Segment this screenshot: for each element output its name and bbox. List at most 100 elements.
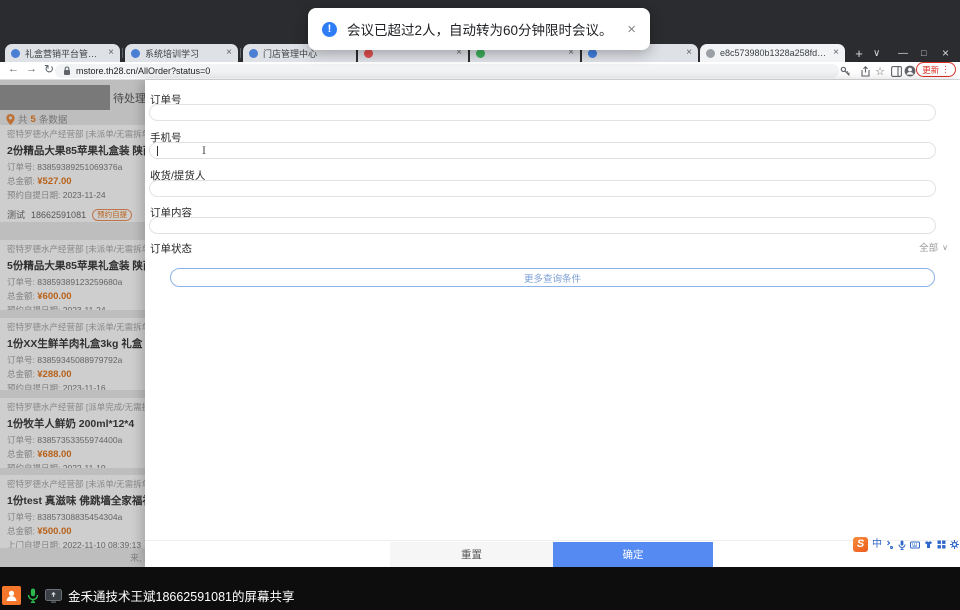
sidebar-tab-pending[interactable]: 待处理 — [113, 90, 145, 106]
ibeam-cursor: I — [202, 146, 206, 157]
tab-separator — [240, 48, 241, 58]
count-value: 5 — [30, 113, 36, 125]
padlock-icon — [64, 66, 70, 75]
confirm-button[interactable]: 确定 — [553, 542, 713, 567]
order-no-label: 订单号: — [7, 277, 35, 287]
date: 2022-11-10 08:39:13 — [62, 540, 142, 548]
password-key-icon[interactable] — [838, 64, 852, 78]
reload-button[interactable]: ↻ — [44, 62, 54, 76]
location-pin-icon — [6, 113, 15, 125]
modal-footer: 重置 确定 — [145, 540, 960, 567]
date-label: 预约自提日期: — [7, 305, 61, 310]
tab-search-chevron-icon[interactable]: ∨ — [873, 44, 880, 62]
order-title: 5份精品大果85苹果礼盒装 陕西洛阳16 — [7, 260, 145, 272]
buyer-row: 测试 18662591081 预约自提 — [7, 208, 145, 221]
info-icon: ! — [322, 21, 337, 37]
ime-punctuation-icon[interactable] — [886, 540, 894, 549]
date: 2023-11-16 — [62, 383, 106, 390]
date-label: 上门自提日期: — [7, 540, 61, 548]
order-card[interactable]: 密特罗德水产经营部 [派单完成/无需拆单] 1份牧羊人鲜奶 200ml*12*4… — [0, 398, 145, 468]
microphone-icon[interactable] — [27, 588, 39, 603]
amount: ¥527.00 — [37, 176, 72, 187]
result-count: 共 5 条数据 — [6, 112, 67, 126]
tab-separator — [122, 48, 123, 58]
sogou-logo-icon[interactable]: S — [853, 537, 868, 552]
meeting-avatar-icon[interactable] — [2, 586, 21, 605]
tab-label: 系统培训学习 — [145, 48, 200, 59]
ime-settings-icon[interactable] — [950, 540, 959, 549]
store-line: 密特罗德水产经营部 [未派单/无需拆单] — [7, 129, 145, 139]
tab-hash-page[interactable]: e8c573980b1328a258fd2e6 × — [700, 44, 845, 62]
tab-close-icon[interactable]: × — [686, 48, 692, 58]
address-bar[interactable]: mstore.th28.cn/AllOrder?status=0 — [55, 64, 839, 78]
update-label: 更新 — [922, 64, 940, 75]
amount-label: 总金额: — [7, 526, 35, 536]
toast-close-icon[interactable]: × — [627, 21, 636, 38]
window-minimize-button[interactable]: — — [898, 44, 908, 62]
amount-label: 总金额: — [7, 291, 35, 301]
kebab-menu-icon[interactable]: ⋮ — [941, 64, 950, 75]
buyer-phone: 18662591081 — [31, 209, 87, 220]
tab-close-icon[interactable]: × — [833, 48, 839, 58]
share-text: 金禾通技术王斌18662591081的屏幕共享 — [68, 590, 295, 604]
side-panel-icon[interactable] — [889, 64, 903, 78]
order-card[interactable]: 密特罗德水产经营部 [未派单/无需拆单] 2份精品大果85苹果礼盒装 陕西洛阳1… — [0, 125, 145, 222]
text-caret — [157, 146, 158, 156]
tab-gift-admin[interactable]: 礼盒营销平台管理中心 × — [5, 44, 120, 62]
order-card[interactable]: 密特罗德水产经营部 [未派单/无需拆单] 5份精品大果85苹果礼盒装 陕西洛阳1… — [0, 240, 145, 310]
clipped-text: 来, — [130, 553, 142, 563]
status-dropdown[interactable]: 全部 ∨ — [919, 240, 948, 255]
order-title: 1份牧羊人鲜奶 200ml*12*4 — [7, 418, 135, 430]
pickup-badge: 预约自提 — [92, 208, 133, 221]
amount-label: 总金额: — [7, 449, 35, 459]
date-label: 预约自提日期: — [7, 190, 61, 200]
ime-mic-icon[interactable] — [898, 540, 906, 550]
phone-input[interactable] — [149, 142, 936, 159]
site-favicon — [249, 48, 258, 58]
amount: ¥500.00 — [37, 526, 72, 537]
tab-training[interactable]: 系统培训学习 × — [125, 44, 238, 62]
screen: 礼盒营销平台管理中心 × 系统培训学习 × 门店管理中心 × — [0, 0, 960, 610]
order-no-input[interactable] — [149, 104, 936, 121]
chevron-down-icon: ∨ — [942, 242, 948, 252]
receiver-input[interactable] — [149, 180, 936, 197]
back-button[interactable]: ← — [8, 63, 19, 75]
ime-keyboard-icon[interactable] — [910, 541, 920, 549]
order-no: 83859389123259680a — [37, 277, 123, 287]
screen-share-icon[interactable] — [45, 588, 62, 603]
ime-skin-icon[interactable] — [924, 540, 933, 549]
window-maximize-button[interactable]: □ — [921, 44, 926, 62]
share-icon[interactable] — [858, 64, 872, 78]
order-no-label: 订单号: — [7, 435, 35, 445]
desktop-bottom-bar: 金禾通技术王斌18662591081的屏幕共享 — [0, 567, 960, 610]
new-tab-button[interactable]: + — [851, 46, 867, 62]
window-close-button[interactable]: × — [942, 44, 949, 62]
sidebar-filter-block[interactable] — [0, 85, 110, 110]
more-filters-button[interactable]: 更多查询条件 — [170, 268, 935, 287]
ime-toolbox-icon[interactable] — [937, 540, 946, 549]
order-no: 83857308835454304a — [37, 512, 123, 522]
url-text: mstore.th28.cn/AllOrder?status=0 — [76, 66, 211, 76]
tab-label: e8c573980b1328a258fd2e6 — [720, 48, 829, 58]
globe-favicon — [706, 48, 715, 58]
profile-avatar-icon[interactable] — [903, 64, 917, 78]
chrome-update-button[interactable]: 更新 ⋮ — [916, 62, 956, 77]
reset-button[interactable]: 重置 — [390, 542, 553, 567]
date-label: 预约自提日期: — [7, 383, 61, 390]
content-input[interactable] — [149, 217, 936, 234]
bookmark-star-icon[interactable]: ☆ — [873, 64, 887, 78]
site-favicon — [131, 48, 140, 58]
order-card[interactable]: 密特罗德水产经营部 [未派单/无需拆单] 1份test 真滋味 佛跳墙全家福礼盒… — [0, 475, 145, 548]
meeting-toast: ! 会议已超过2人，自动转为60分钟限时会议。 × — [308, 8, 650, 50]
forward-button[interactable]: → — [26, 63, 37, 75]
order-card[interactable]: 密特罗德水产经营部 [未派单/无需拆单] 1份XX生鲜羊肉礼盒3kg 礼盒 订单… — [0, 318, 145, 390]
order-list-sidebar: 待处理 共 5 条数据 密特罗德水产经营部 [未派单/无需拆单] 2份精品大果8… — [0, 80, 145, 567]
field-label-status: 订单状态 — [150, 243, 192, 255]
ime-chinese-mode-icon[interactable]: 中 — [872, 539, 882, 550]
count-suffix: 条数据 — [38, 115, 68, 126]
amount: ¥288.00 — [37, 369, 72, 380]
order-no: 83859389251069376a — [37, 162, 123, 172]
tab-close-icon[interactable]: × — [226, 48, 232, 58]
buyer-name: 测试 — [7, 210, 26, 220]
tab-close-icon[interactable]: × — [108, 48, 114, 58]
